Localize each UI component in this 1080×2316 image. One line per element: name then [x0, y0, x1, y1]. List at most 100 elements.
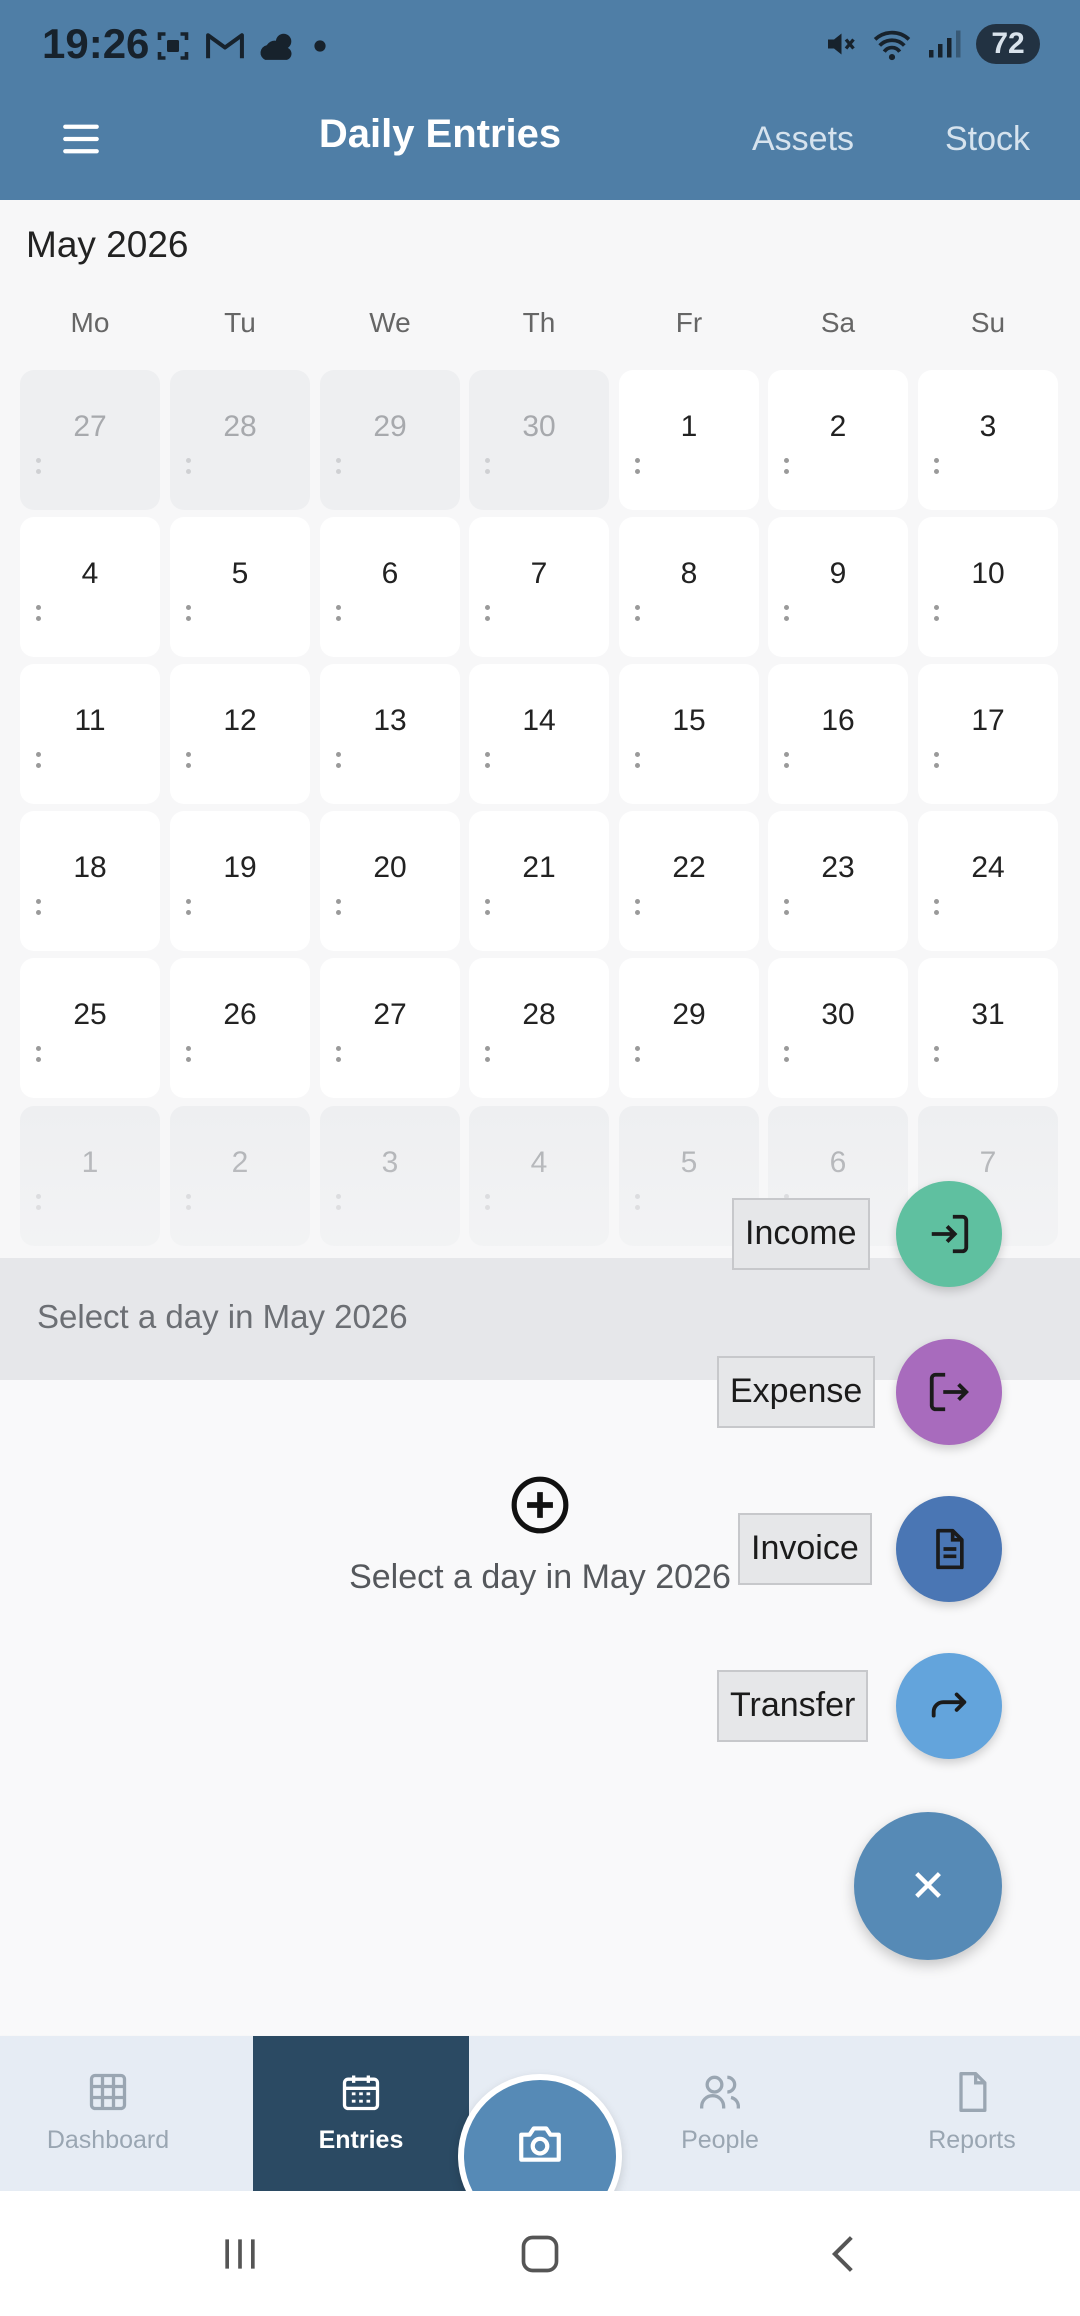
day-menu-icon: [485, 458, 491, 478]
calendar-day[interactable]: 4: [20, 517, 160, 657]
calendar-day-outside-month[interactable]: 28: [170, 370, 310, 510]
expense-fab[interactable]: [896, 1339, 1002, 1445]
day-number: 14: [522, 704, 556, 737]
nav-reports-label: Reports: [928, 2126, 1016, 2154]
status-time: 19:26: [42, 20, 150, 67]
calendar-day[interactable]: 6: [320, 517, 460, 657]
day-number: 28: [223, 410, 257, 443]
calendar-day[interactable]: 15: [619, 664, 759, 804]
day-menu-icon: [934, 1046, 940, 1066]
day-menu-icon: [934, 752, 940, 772]
share-arrow-icon: [931, 1692, 967, 1718]
invoice-fab[interactable]: [896, 1496, 1002, 1602]
grid-icon: [89, 2073, 127, 2111]
people-icon: [700, 2075, 740, 2109]
income-label[interactable]: Income: [732, 1198, 870, 1270]
calendar-day[interactable]: 22: [619, 811, 759, 951]
calendar-day[interactable]: 30: [768, 958, 908, 1098]
login-arrow-icon: [931, 1214, 969, 1254]
nav-dashboard[interactable]: Dashboard: [0, 2036, 216, 2191]
day-menu-icon: [36, 1046, 42, 1066]
calendar-day[interactable]: 24: [918, 811, 1058, 951]
close-speed-dial-button[interactable]: ✕: [854, 1812, 1002, 1960]
day-number: 21: [522, 851, 556, 884]
calendar-day[interactable]: 16: [768, 664, 908, 804]
calendar-day[interactable]: 11: [20, 664, 160, 804]
day-menu-icon: [186, 752, 192, 772]
home-button[interactable]: [480, 2191, 600, 2316]
mute-icon: [828, 33, 855, 55]
day-menu-icon: [336, 752, 342, 772]
calendar-day[interactable]: 10: [918, 517, 1058, 657]
recents-icon: [225, 2238, 255, 2269]
calendar-day[interactable]: 5: [170, 517, 310, 657]
calendar-day[interactable]: 21: [469, 811, 609, 951]
calendar-day[interactable]: 3: [918, 370, 1058, 510]
day-menu-icon: [36, 458, 42, 478]
calendar-day[interactable]: 17: [918, 664, 1058, 804]
calendar-day[interactable]: 20: [320, 811, 460, 951]
home-icon: [521, 2235, 559, 2272]
calendar-day[interactable]: 8: [619, 517, 759, 657]
nav-people[interactable]: People: [612, 2036, 828, 2191]
gmail-icon: [206, 33, 244, 59]
recents-button[interactable]: [180, 2191, 300, 2316]
calendar-day[interactable]: 2: [768, 370, 908, 510]
day-menu-icon: [635, 899, 641, 919]
day-menu-icon: [784, 458, 790, 478]
nav-entries[interactable]: Entries: [253, 2036, 469, 2191]
weekday-label: We: [369, 307, 411, 338]
calendar-day-outside-month[interactable]: 29: [320, 370, 460, 510]
calendar-day[interactable]: 28: [469, 958, 609, 1098]
invoice-label[interactable]: Invoice: [738, 1513, 872, 1585]
calendar-day[interactable]: 13: [320, 664, 460, 804]
stock-tab[interactable]: Stock: [945, 120, 1030, 159]
weekday-label: Sa: [820, 307, 856, 338]
calendar-day[interactable]: 18: [20, 811, 160, 951]
day-number: 25: [73, 998, 107, 1031]
expense-label[interactable]: Expense: [717, 1356, 876, 1428]
signal-icon: [929, 30, 961, 58]
assets-tab[interactable]: Assets: [752, 120, 854, 159]
day-number: 24: [971, 851, 1005, 884]
calendar-day[interactable]: 9: [768, 517, 908, 657]
day-number: 30: [522, 410, 556, 443]
day-number: 30: [821, 998, 855, 1031]
back-button[interactable]: [784, 2191, 904, 2316]
day-menu-icon: [186, 605, 192, 625]
calendar-day-outside-month[interactable]: 30: [469, 370, 609, 510]
day-menu-icon: [186, 458, 192, 478]
income-fab[interactable]: [896, 1181, 1002, 1287]
nav-reports[interactable]: Reports: [864, 2036, 1080, 2191]
nav-people-label: People: [681, 2126, 759, 2154]
document-icon: [936, 1528, 964, 1570]
calendar-day[interactable]: 31: [918, 958, 1058, 1098]
calendar-day[interactable]: 23: [768, 811, 908, 951]
calendar-day[interactable]: 14: [469, 664, 609, 804]
calendar-day[interactable]: 25: [20, 958, 160, 1098]
calendar-day[interactable]: 7: [469, 517, 609, 657]
day-menu-icon: [36, 752, 42, 772]
wifi-icon: [873, 30, 911, 61]
plus-circle-icon[interactable]: [509, 1474, 571, 1536]
calendar-day[interactable]: 19: [170, 811, 310, 951]
day-menu-icon: [485, 605, 491, 625]
day-number: 29: [373, 410, 407, 443]
status-right-icons: 72: [822, 24, 1040, 64]
calendar-day[interactable]: 29: [619, 958, 759, 1098]
calendar-day[interactable]: 12: [170, 664, 310, 804]
day-menu-icon: [485, 1046, 491, 1066]
calendar-day[interactable]: 27: [320, 958, 460, 1098]
transfer-label[interactable]: Transfer: [717, 1670, 869, 1742]
transfer-fab[interactable]: [896, 1653, 1002, 1759]
day-menu-icon: [635, 1046, 641, 1066]
day-number: 27: [373, 998, 407, 1031]
day-number: 11: [74, 704, 106, 737]
day-number: 7: [530, 557, 548, 590]
calendar-day[interactable]: 1: [619, 370, 759, 510]
day-number: 26: [223, 998, 257, 1031]
day-menu-icon: [336, 1046, 342, 1066]
day-menu-icon: [186, 1046, 192, 1066]
calendar-day[interactable]: 26: [170, 958, 310, 1098]
calendar-day-outside-month[interactable]: 27: [20, 370, 160, 510]
